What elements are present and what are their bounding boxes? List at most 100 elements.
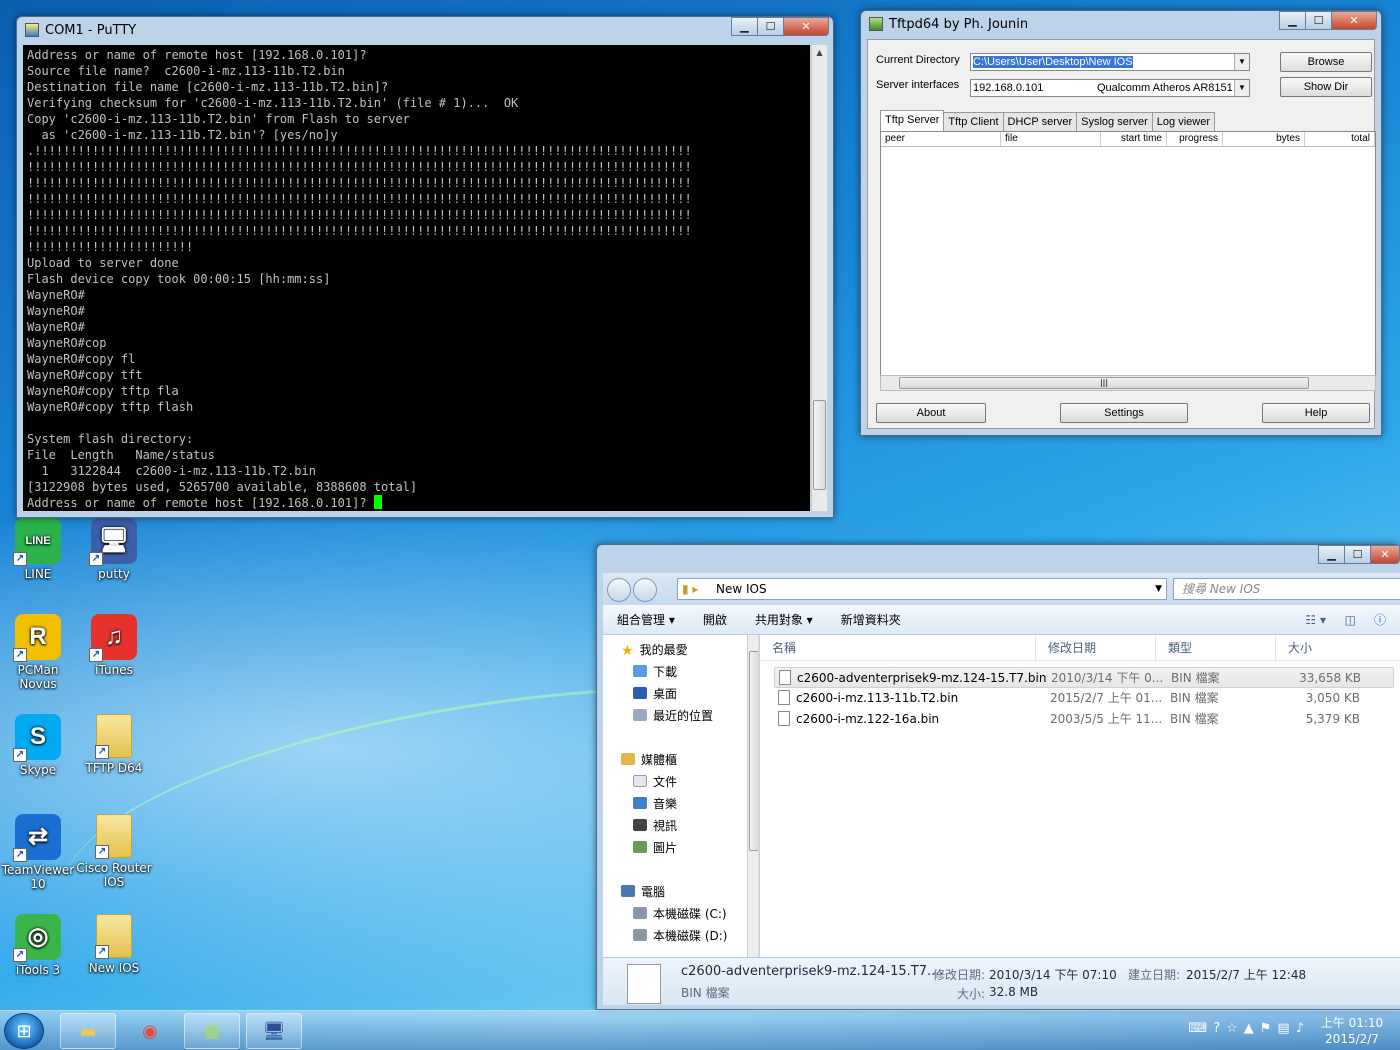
nav-scrollbar[interactable]: [747, 635, 758, 957]
desktop-icon-pcman-novus[interactable]: R ↗ PCMan Novus: [0, 614, 76, 691]
putty-terminal[interactable]: Address or name of remote host [192.168.…: [23, 45, 810, 511]
desktop-icon-itools-3[interactable]: ◎ ↗ iTools 3: [0, 914, 76, 977]
explorer-titlebar[interactable]: ▁ ☐ ✕: [597, 545, 1400, 571]
show-dir-button[interactable]: Show Dir: [1280, 77, 1372, 97]
tab-syslog-server[interactable]: Syslog server: [1076, 112, 1153, 131]
language-icon[interactable]: ☆: [1226, 1021, 1244, 1036]
putty-scrollbar[interactable]: ▲: [811, 45, 827, 511]
minimize-button[interactable]: ▁: [731, 17, 758, 36]
nav-disk-c[interactable]: 本機磁碟 (C:): [603, 903, 758, 925]
column-progress[interactable]: progress: [1167, 132, 1223, 146]
maximize-button[interactable]: ☐: [1344, 545, 1371, 564]
organize-button[interactable]: 組合管理 ▾: [603, 611, 689, 628]
desktop-icon-skype[interactable]: S ↗ Skype: [0, 714, 76, 777]
tab-tftp-server[interactable]: Tftp Server: [880, 110, 945, 131]
column-size[interactable]: 大小: [1276, 635, 1386, 660]
terminal-line: WayneRO#: [27, 288, 85, 302]
file-row[interactable]: c2600-adventerprisek9-mz.124-15.T7.bin 20…: [774, 667, 1394, 688]
desktop-icon-new-ios[interactable]: ↗ New IOS: [76, 914, 152, 975]
taskbar-putty[interactable]: 🖥: [246, 1013, 302, 1049]
nav-desktop[interactable]: 桌面: [603, 683, 758, 705]
column-bytes[interactable]: bytes: [1223, 132, 1305, 146]
taskbar-chrome[interactable]: ◉: [122, 1013, 178, 1049]
terminal-line: Flash device copy took 00:00:15 [hh:mm:s…: [27, 272, 331, 286]
close-button[interactable]: ✕: [783, 17, 829, 36]
column-type[interactable]: 類型: [1156, 635, 1276, 660]
forward-icon[interactable]: [633, 578, 657, 602]
clock[interactable]: 上午 01:10 2015/2/7: [1312, 1015, 1392, 1047]
keyboard-icon[interactable]: ⌨: [1188, 1021, 1213, 1036]
tab-dhcp-server[interactable]: DHCP server: [1002, 112, 1078, 131]
tab-tftp-client[interactable]: Tftp Client: [943, 112, 1004, 131]
address-bar[interactable]: ▮ ▸ New IOS ▼: [677, 578, 1167, 600]
column-date[interactable]: 修改日期: [1036, 635, 1156, 660]
column-total[interactable]: total: [1305, 132, 1375, 146]
file-row[interactable]: c2600-i-mz.122-16a.bin 2003/5/5 上午 11... B…: [774, 709, 1394, 730]
scroll-thumb[interactable]: [813, 400, 826, 490]
system-tray[interactable]: ⌨?☆▲⚑▤♪: [1188, 1021, 1310, 1036]
server-interfaces-combo[interactable]: 192.168.0.101 Qualcomm Atheros AR8151 I …: [970, 79, 1250, 97]
transfer-hscroll[interactable]: |||: [880, 375, 1376, 391]
minimize-button[interactable]: ▁: [1279, 11, 1306, 30]
help-button[interactable]: Help: [1262, 403, 1370, 423]
nav-libraries[interactable]: 媒體櫃: [603, 749, 758, 771]
taskbar-explorer[interactable]: ▬: [60, 1013, 116, 1049]
putty-titlebar[interactable]: COM1 - PuTTY ▁ ☐ ✕: [17, 17, 833, 43]
desktop-icon-itunes[interactable]: ♫ ↗ iTunes: [76, 614, 152, 677]
nav-scroll-thumb[interactable]: [749, 651, 758, 851]
nav-disk-d[interactable]: 本機磁碟 (D:): [603, 925, 758, 947]
maximize-button[interactable]: ☐: [757, 17, 784, 36]
minimize-button[interactable]: ▁: [1318, 545, 1345, 564]
file-name: c2600-adventerprisek9-mz.124-15.T7.bin: [797, 671, 1047, 685]
desktop-icon-putty[interactable]: 🖥 ↗ putty: [76, 518, 152, 581]
nav-downloads[interactable]: 下載: [603, 661, 758, 683]
back-icon[interactable]: [607, 578, 631, 602]
open-button[interactable]: 開啟: [689, 611, 741, 628]
nav-recent[interactable]: 最近的位置: [603, 705, 758, 727]
taskbar-tftpd[interactable]: ▦: [184, 1013, 240, 1049]
file-row[interactable]: c2600-i-mz.113-11b.T2.bin 2015/2/7 上午 01.…: [774, 688, 1394, 709]
desktop-icon-tftp-d64[interactable]: ↗ TFTP D64: [76, 714, 152, 775]
close-button[interactable]: ✕: [1370, 545, 1400, 564]
desktop-icon-line[interactable]: LINE ↗ LINE: [0, 518, 76, 581]
maximize-button[interactable]: ☐: [1305, 11, 1332, 30]
column-file[interactable]: file: [1001, 132, 1101, 146]
settings-button[interactable]: Settings: [1060, 403, 1188, 423]
tab-log-viewer[interactable]: Log viewer: [1151, 112, 1215, 131]
close-button[interactable]: ✕: [1331, 11, 1377, 30]
volume-icon[interactable]: ♪: [1296, 1021, 1310, 1036]
desktop-icon-teamviewer-10[interactable]: ⇄ ↗ TeamViewer 10: [0, 814, 76, 891]
network-icon[interactable]: ▤: [1277, 1021, 1295, 1036]
share-with-button[interactable]: 共用對象 ▾: [741, 611, 827, 628]
nav-favorites[interactable]: ★ 我的最愛: [603, 639, 758, 661]
scroll-up-icon[interactable]: ▲: [812, 45, 827, 61]
nav-music[interactable]: 音樂: [603, 793, 758, 815]
chevron-down-icon[interactable]: ▼: [1234, 80, 1249, 96]
column-peer[interactable]: peer: [881, 132, 1001, 146]
nav-documents[interactable]: 文件: [603, 771, 758, 793]
flag-icon[interactable]: ⚑: [1260, 1021, 1278, 1036]
desktop-icon-cisco-router-ios[interactable]: ↗ Cisco Router IOS: [76, 814, 152, 889]
show-hidden-icon[interactable]: ▲: [1244, 1021, 1260, 1036]
nav-video[interactable]: 視訊: [603, 815, 758, 837]
file-name: c2600-i-mz.122-16a.bin: [796, 712, 940, 726]
start-button[interactable]: ⊞: [4, 1013, 44, 1049]
current-directory-combo[interactable]: C:\Users\User\Desktop\New IOS ▼: [970, 53, 1250, 71]
hscroll-thumb[interactable]: |||: [899, 377, 1309, 389]
new-folder-button[interactable]: 新增資料夾: [827, 611, 915, 628]
terminal-line: !!!!!!!!!!!!!!!!!!!!!!!!!!!!!!!!!!!!!!!!…: [27, 224, 692, 238]
help-icon[interactable]: ?: [1213, 1021, 1226, 1036]
column-name[interactable]: 名稱: [760, 635, 1036, 660]
transfer-list[interactable]: peer file start time progress bytes total: [880, 131, 1376, 391]
nav-pictures[interactable]: 圖片: [603, 837, 758, 859]
nav-computer[interactable]: 電腦: [603, 881, 758, 903]
chevron-down-icon[interactable]: ▼: [1234, 54, 1249, 70]
help-icon[interactable]: ⓘ: [1360, 611, 1400, 628]
browse-button[interactable]: Browse: [1280, 52, 1372, 72]
tftpd-titlebar[interactable]: Tftpd64 by Ph. Jounin ▁ ☐ ✕: [861, 11, 1381, 37]
search-input[interactable]: 搜尋 New IOS: [1173, 578, 1400, 600]
about-button[interactable]: About: [876, 403, 986, 423]
column-start-time[interactable]: start time: [1101, 132, 1167, 146]
chevron-down-icon[interactable]: ▼: [1155, 579, 1162, 599]
computer-icon: [621, 885, 635, 897]
